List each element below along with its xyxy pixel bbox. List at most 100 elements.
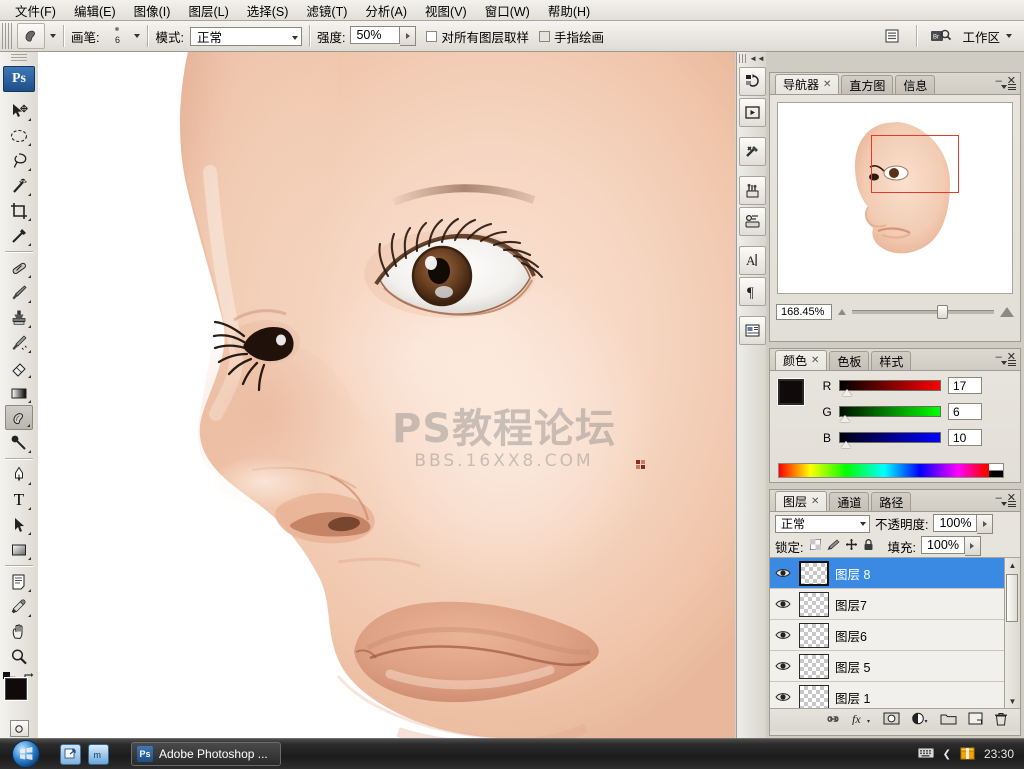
quick-mask-toggle[interactable] — [0, 720, 38, 737]
slice-tool[interactable] — [5, 223, 33, 248]
delete-layer-icon[interactable] — [994, 712, 1008, 729]
lasso-tool[interactable] — [5, 148, 33, 173]
brush-preview[interactable]: 6 — [104, 24, 130, 48]
layer-list[interactable]: 图层 8 图层7 图层6 图层 5 图层 1 ▲ ▼ — [770, 557, 1020, 708]
menu-item-filter[interactable]: 滤镜(T) — [297, 0, 356, 22]
start-button[interactable] — [0, 740, 52, 768]
healing-brush-tool[interactable] — [5, 255, 33, 280]
panel-menu-icon[interactable] — [1001, 84, 1016, 90]
tool-presets-icon[interactable] — [738, 137, 766, 166]
link-layers-icon[interactable] — [825, 713, 841, 728]
zoom-tool[interactable] — [5, 644, 33, 669]
layer-thumbnail[interactable] — [799, 560, 829, 586]
smudge-tool[interactable] — [5, 405, 33, 430]
eraser-tool[interactable] — [5, 355, 33, 380]
menu-item-layer[interactable]: 图层(L) — [179, 0, 237, 22]
red-slider[interactable] — [839, 380, 941, 396]
green-slider[interactable] — [839, 406, 941, 422]
zoom-level-input[interactable]: 168.45% — [776, 304, 832, 320]
tab-paths[interactable]: 路径 — [871, 492, 912, 511]
path-selection-tool[interactable] — [5, 512, 33, 537]
finger-painting-checkbox[interactable]: 手指绘画 — [538, 27, 604, 46]
palette-toggle-icon[interactable] — [881, 26, 903, 47]
workspace-dropdown[interactable]: 工作区 — [958, 27, 1016, 46]
move-tool[interactable] — [5, 98, 33, 123]
zoom-slider[interactable] — [852, 305, 994, 319]
table-row[interactable]: 图层 8 — [770, 558, 1020, 589]
table-row[interactable]: 图层 1 — [770, 682, 1020, 708]
collapse-arrows-icon[interactable]: ◄◄ — [749, 54, 765, 63]
history-panel-icon[interactable] — [738, 67, 766, 96]
tab-styles[interactable]: 样式 — [871, 351, 912, 370]
foreground-color-swatch[interactable] — [778, 379, 804, 405]
table-row[interactable]: 图层6 — [770, 620, 1020, 651]
layer-name[interactable]: 图层7 — [835, 595, 867, 614]
menu-item-help[interactable]: 帮助(H) — [539, 0, 599, 22]
layer-style-fx-icon[interactable]: fx — [852, 712, 872, 728]
layer-name[interactable]: 图层6 — [835, 626, 867, 645]
brush-tool[interactable] — [5, 280, 33, 305]
clock[interactable]: 23:30 — [984, 747, 1014, 761]
brush-picker-dropdown[interactable] — [134, 34, 141, 38]
taskbar-button-photoshop[interactable]: Ps Adobe Photoshop ... — [131, 742, 281, 766]
panel-menu-icon[interactable] — [1001, 501, 1016, 507]
character-panel-icon[interactable]: A — [738, 246, 766, 275]
menu-item-edit[interactable]: 编辑(E) — [65, 0, 125, 22]
fill-stepper[interactable] — [964, 536, 981, 556]
tab-navigator[interactable]: 导航器 ✕ — [775, 74, 840, 94]
actions-panel-icon[interactable] — [738, 98, 766, 127]
layer-name[interactable]: 图层 8 — [835, 564, 870, 583]
color-spectrum-ramp[interactable] — [778, 463, 1004, 478]
maxthon-browser-icon[interactable]: m — [88, 743, 109, 765]
layer-thumbnail[interactable] — [799, 591, 829, 617]
zoom-in-icon[interactable] — [1000, 307, 1014, 317]
show-desktop-icon[interactable] — [60, 743, 81, 765]
opacity-input[interactable]: 100% — [933, 513, 978, 532]
zoom-slider-knob[interactable] — [937, 305, 949, 319]
pen-tool[interactable] — [5, 462, 33, 487]
layer-name[interactable]: 图层 5 — [835, 657, 870, 676]
gradient-tool[interactable] — [5, 380, 33, 405]
lock-position-icon[interactable] — [846, 539, 858, 553]
document-canvas[interactable]: PS教程论坛 BBS.16XX8.COM — [38, 52, 735, 738]
table-row[interactable]: 图层 5 — [770, 651, 1020, 682]
sample-all-layers-checkbox[interactable]: 对所有图层取样 — [426, 27, 529, 46]
strength-stepper[interactable] — [400, 26, 417, 46]
layer-visibility-icon[interactable] — [773, 567, 793, 579]
blue-value-input[interactable]: 10 — [948, 429, 982, 446]
zoom-out-icon[interactable] — [838, 309, 846, 315]
menu-item-view[interactable]: 视图(V) — [416, 0, 476, 22]
shape-tool[interactable] — [5, 537, 33, 562]
crop-tool[interactable] — [5, 198, 33, 223]
layer-blend-mode-select[interactable]: 正常 — [775, 514, 870, 533]
opacity-stepper[interactable] — [977, 513, 994, 534]
menu-item-window[interactable]: 窗口(W) — [476, 0, 539, 22]
add-layer-mask-icon[interactable] — [883, 712, 900, 728]
panel-menu-icon[interactable] — [1001, 360, 1016, 366]
scroll-down-icon[interactable]: ▼ — [1005, 694, 1020, 708]
hand-tool[interactable] — [5, 619, 33, 644]
layer-visibility-icon[interactable] — [773, 691, 793, 703]
layer-comps-icon[interactable] — [738, 316, 766, 345]
tab-color[interactable]: 颜色 ✕ — [775, 350, 828, 370]
layer-visibility-icon[interactable] — [773, 660, 793, 672]
layer-thumbnail[interactable] — [799, 622, 829, 648]
clone-source-icon[interactable] — [738, 207, 766, 236]
tab-layers[interactable]: 图层 ✕ — [775, 491, 828, 511]
close-icon[interactable]: ✕ — [823, 79, 831, 90]
lock-transparency-icon[interactable] — [809, 538, 822, 553]
tab-channels[interactable]: 通道 — [829, 492, 870, 511]
type-tool[interactable]: T — [5, 487, 33, 512]
navigator-thumbnail[interactable] — [777, 102, 1013, 294]
navigator-view-rectangle[interactable] — [871, 135, 959, 193]
green-value-input[interactable]: 6 — [948, 403, 982, 420]
new-layer-icon[interactable] — [968, 712, 983, 728]
layer-thumbnail[interactable] — [799, 684, 829, 708]
layer-list-scrollbar[interactable]: ▲ ▼ — [1004, 558, 1020, 708]
update-notify-icon[interactable] — [960, 745, 975, 763]
bridge-icon[interactable]: Br — [930, 26, 952, 47]
brushes-panel-icon[interactable] — [738, 176, 766, 205]
show-hidden-icons-chevron[interactable]: ❮ — [943, 749, 951, 760]
red-value-input[interactable]: 17 — [948, 377, 982, 394]
dodge-tool[interactable] — [5, 430, 33, 455]
